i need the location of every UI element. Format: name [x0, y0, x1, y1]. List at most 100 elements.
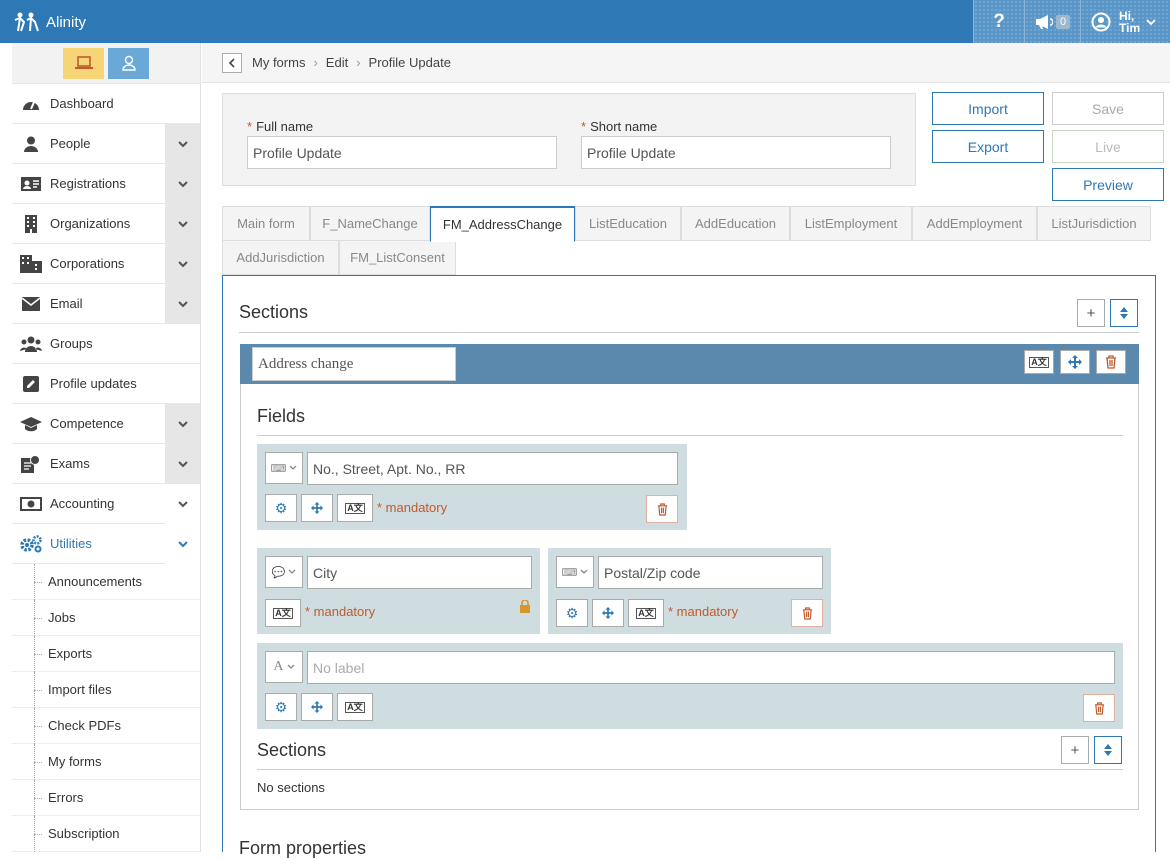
submenu-item-my-forms[interactable]: My forms — [12, 744, 200, 780]
chevron-down-icon[interactable] — [165, 164, 200, 204]
sidebar-item-dashboard[interactable]: Dashboard — [12, 84, 200, 124]
sidebar-item-email[interactable]: Email — [12, 284, 200, 324]
tab-fm-addresschange[interactable]: FM_AddressChange — [430, 206, 575, 242]
section-translate-button[interactable]: A文 — [1024, 350, 1054, 374]
app-name: Alinity — [46, 13, 87, 31]
submenu-item-errors[interactable]: Errors — [12, 780, 200, 816]
field-settings-button[interactable]: ⚙ — [265, 494, 297, 522]
field-delete-button[interactable] — [791, 599, 823, 627]
person-icon — [12, 136, 50, 152]
sidebar-item-exams[interactable]: Exams — [12, 444, 200, 484]
tab-addjurisdiction[interactable]: AddJurisdiction — [222, 240, 339, 275]
graduation-cap-icon — [12, 416, 50, 432]
sidebar-item-competence[interactable]: Competence — [12, 404, 200, 444]
field-label-input[interactable]: No label — [307, 651, 1115, 684]
full-name-input[interactable]: Profile Update — [247, 136, 557, 169]
field-delete-button[interactable] — [1083, 694, 1115, 722]
submenu-item-announcements[interactable]: Announcements — [12, 564, 200, 600]
tab-addeducation[interactable]: AddEducation — [681, 206, 790, 241]
field-type-select[interactable]: ⌨ — [265, 452, 303, 484]
tab-listjurisdiction[interactable]: ListJurisdiction — [1037, 206, 1151, 241]
field-label-input[interactable]: No., Street, Apt. No., RR — [307, 452, 678, 485]
chevron-down-icon[interactable] — [165, 404, 200, 444]
sidebar-item-groups[interactable]: Groups — [12, 324, 200, 364]
sidebar-item-people[interactable]: People — [12, 124, 200, 164]
subsections-title: Sections — [257, 740, 327, 760]
breadcrumb-separator: › — [313, 55, 318, 70]
import-button[interactable]: Import — [932, 92, 1044, 125]
admin-view-button[interactable] — [63, 47, 104, 79]
gear-icon: ⚙ — [565, 604, 579, 621]
field-delete-button[interactable] — [646, 495, 678, 523]
translate-icon: A文 — [636, 607, 656, 619]
chevron-down-icon — [288, 569, 296, 574]
subsections-divider — [257, 769, 1123, 770]
sidebar-item-label: Registrations — [50, 176, 126, 191]
app-logo[interactable]: Alinity — [14, 10, 86, 34]
field-type-select[interactable]: ⌨ — [556, 556, 594, 588]
add-subsection-button[interactable]: + — [1061, 736, 1089, 764]
form-name-panel: * Full name Profile Update * Short name Pr… — [222, 93, 916, 186]
sidebar-item-accounting[interactable]: Accounting — [12, 484, 200, 524]
submenu-item-exports[interactable]: Exports — [12, 636, 200, 672]
chevron-down-icon[interactable] — [165, 444, 200, 484]
field-settings-button[interactable]: ⚙ — [556, 599, 588, 627]
tab-listeducation[interactable]: ListEducation — [575, 206, 681, 241]
chevron-down-icon[interactable] — [165, 524, 200, 564]
field-translate-button[interactable]: A文 — [337, 693, 373, 721]
tab-addemployment[interactable]: AddEmployment — [912, 206, 1037, 241]
breadcrumb-current: Profile Update — [368, 55, 451, 70]
chevron-down-icon[interactable] — [165, 284, 200, 324]
short-name-input[interactable]: Profile Update — [581, 136, 891, 169]
field-label-input[interactable]: Postal/Zip code — [598, 556, 823, 589]
section-move-button[interactable] — [1060, 350, 1090, 374]
field-move-button[interactable] — [301, 693, 333, 721]
user-menu-button[interactable]: Hi, Tim — [1080, 0, 1170, 43]
chevron-down-icon[interactable] — [165, 484, 200, 524]
notifications-button[interactable]: 0 — [1024, 0, 1080, 43]
field-translate-button[interactable]: A文 — [628, 599, 664, 627]
notification-count-badge: 0 — [1055, 14, 1071, 29]
export-button[interactable]: Export — [932, 130, 1044, 163]
help-button[interactable]: ? — [973, 0, 1024, 43]
section-name-input[interactable]: Address change — [252, 347, 456, 381]
user-view-button[interactable] — [108, 47, 149, 79]
submenu-item-import-files[interactable]: Import files — [12, 672, 200, 708]
add-section-button[interactable]: + — [1077, 299, 1105, 327]
save-button[interactable]: Save — [1052, 92, 1164, 125]
chevron-down-icon[interactable] — [165, 124, 200, 164]
submenu-item-check-pdfs[interactable]: Check PDFs — [12, 708, 200, 744]
sidebar-item-corporations[interactable]: Corporations — [12, 244, 200, 284]
sort-subsections-button[interactable] — [1094, 736, 1122, 764]
preview-button[interactable]: Preview — [1052, 168, 1164, 201]
field-label-input[interactable]: City — [307, 556, 532, 589]
field-settings-button[interactable]: ⚙ — [265, 693, 297, 721]
submenu-item-subscription[interactable]: Subscription — [12, 816, 200, 852]
utilities-submenu: Announcements Jobs Exports Import files Chec… — [12, 564, 200, 852]
breadcrumb-edit[interactable]: Edit — [326, 55, 348, 70]
sidebar-item-utilities[interactable]: Utilities — [12, 524, 200, 564]
chevron-down-icon[interactable] — [165, 204, 200, 244]
breadcrumb-my-forms[interactable]: My forms — [252, 55, 305, 70]
live-button[interactable]: Live — [1052, 130, 1164, 163]
chevron-down-icon[interactable] — [165, 244, 200, 284]
tab-main-form[interactable]: Main form — [222, 206, 310, 241]
trash-icon — [802, 606, 812, 620]
sort-sections-button[interactable] — [1110, 299, 1138, 327]
submenu-item-jobs[interactable]: Jobs — [12, 600, 200, 636]
sidebar-item-profile-updates[interactable]: Profile updates — [12, 364, 200, 404]
field-move-button[interactable] — [301, 494, 333, 522]
sidebar-item-organizations[interactable]: Organizations — [12, 204, 200, 244]
back-button[interactable] — [222, 52, 242, 73]
field-move-button[interactable] — [592, 599, 624, 627]
view-mode-switcher — [12, 43, 200, 84]
tab-f-namechange[interactable]: F_NameChange — [310, 206, 430, 241]
field-type-select[interactable]: 💬 — [265, 556, 303, 588]
field-translate-button[interactable]: A文 — [337, 494, 373, 522]
tab-listemployment[interactable]: ListEmployment — [790, 206, 912, 241]
section-delete-button[interactable] — [1096, 350, 1126, 374]
field-type-select[interactable]: A — [265, 651, 303, 683]
field-translate-button[interactable]: A文 — [265, 599, 301, 627]
sidebar-item-registrations[interactable]: Registrations — [12, 164, 200, 204]
tab-fm-listconsent[interactable]: FM_ListConsent — [339, 240, 456, 275]
